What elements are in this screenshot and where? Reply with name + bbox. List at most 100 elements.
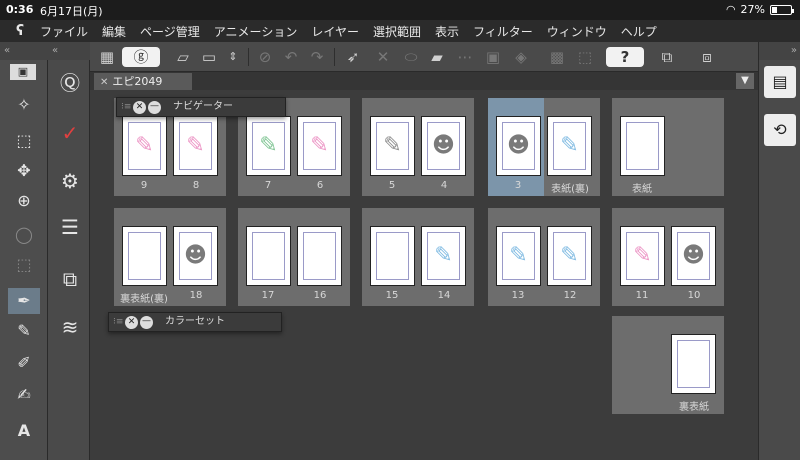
page-thumb-7[interactable]: ✎ — [246, 116, 291, 176]
toolbar-separator — [248, 48, 249, 66]
page-thumb-16[interactable] — [297, 226, 342, 286]
zoom-icon[interactable]: ⊕ — [8, 188, 40, 214]
tab-close-icon[interactable]: ✕ — [100, 77, 108, 88]
panel-close-icon[interactable]: ✕ — [125, 316, 138, 329]
tool-settings-icon[interactable]: ⚙ — [55, 166, 85, 196]
move-icon[interactable]: ⬚ — [8, 128, 40, 154]
spread-backcover-back-18[interactable]: ☻ 裏表紙(裏) 18 — [114, 208, 226, 306]
text-icon[interactable]: A — [8, 418, 40, 444]
airbrush-icon[interactable]: ✍ — [8, 382, 40, 408]
eraser-icon[interactable]: ▰ — [426, 47, 448, 67]
page-thumb-11[interactable]: ✎ — [620, 226, 665, 286]
spread-3-cover-back[interactable]: ☻ ✎ 3 表紙(裏) — [488, 98, 600, 196]
navigator-panel[interactable]: ⁝≡ ✕ — ナビゲーター — [116, 97, 286, 117]
up-down-icon[interactable]: ⇕ — [222, 47, 244, 67]
color-set-panel[interactable]: ⁝≡ ✕ — カラーセット — [108, 312, 282, 332]
cloud-service-icon[interactable]: ⓖ — [122, 47, 160, 67]
left-dock-header[interactable]: « — [0, 42, 48, 60]
panel-grip-icon[interactable]: ⁝≡ — [113, 313, 123, 331]
page-thumb-6[interactable]: ✎ — [297, 116, 342, 176]
menu-page-management[interactable]: ページ管理 — [140, 23, 200, 40]
collapse-left-icon[interactable]: « — [0, 45, 10, 56]
material-icon[interactable]: ⧉ — [55, 264, 85, 294]
tool-palette-tab-icon[interactable]: ▣ — [10, 64, 36, 80]
select-arrow-icon[interactable]: ➶ — [342, 47, 364, 67]
menu-file[interactable]: ファイル — [40, 23, 88, 40]
menu-layer[interactable]: レイヤー — [311, 23, 359, 40]
left-dock-header-2[interactable]: « — [48, 42, 90, 60]
undo-icon[interactable]: ↶ — [280, 47, 302, 67]
page-thumb-9[interactable]: ✎ — [122, 116, 167, 176]
navigator-icon[interactable]: Ⓠ — [55, 68, 85, 98]
lasso-icon[interactable]: ◯ — [8, 222, 40, 248]
tab-document[interactable]: ✕ エピ2049 — [94, 73, 192, 90]
transform-icon[interactable]: ✕ — [372, 47, 394, 67]
bucket-icon[interactable]: ◈ — [510, 47, 532, 67]
app-logo-icon[interactable]: ʕ — [0, 23, 40, 39]
clear-icon[interactable]: ⊘ — [254, 47, 276, 67]
menu-help[interactable]: ヘルプ — [621, 23, 657, 40]
pen-pressure-icon[interactable]: ✓ — [55, 118, 85, 148]
pages-icon[interactable]: ⧉ — [656, 47, 678, 67]
fill-icon[interactable]: ▣ — [482, 47, 504, 67]
save-icon[interactable]: ▭ — [198, 47, 220, 67]
tab-dropdown-icon[interactable]: ▼ — [736, 73, 754, 89]
page-thumb-18[interactable]: ☻ — [173, 226, 218, 286]
page-label: 4 — [440, 180, 448, 191]
panel-minimize-icon[interactable]: — — [140, 316, 153, 329]
page-thumb-12[interactable]: ✎ — [547, 226, 592, 286]
open-folder-icon[interactable]: ▱ — [172, 47, 194, 67]
menu-view[interactable]: 表示 — [435, 23, 459, 40]
page-thumb-14[interactable]: ✎ — [421, 226, 466, 286]
page-thumb-15[interactable] — [370, 226, 415, 286]
page-thumb-3[interactable]: ☻ — [496, 116, 541, 176]
rect-select-icon[interactable]: ⬚ — [8, 252, 40, 278]
page-thumb-8[interactable]: ✎ — [173, 116, 218, 176]
help-icon[interactable]: ? — [606, 47, 644, 67]
pencil-icon[interactable]: ✐ — [8, 350, 40, 376]
animation-icon[interactable]: ▤ — [764, 66, 796, 98]
spread-11-10[interactable]: ✎ ☻ 11 10 — [612, 208, 724, 306]
menu-filter[interactable]: フィルター — [473, 23, 533, 40]
ellipse-icon[interactable]: ⬭ — [400, 47, 422, 67]
panel-grip-icon[interactable]: ⁝≡ — [121, 98, 131, 116]
panel-minimize-icon[interactable]: — — [148, 101, 161, 114]
spread-13-12[interactable]: ✎ ✎ 13 12 — [488, 208, 600, 306]
status-right: ◠ 27% — [726, 3, 794, 16]
spread-15-14[interactable]: ✎ 15 14 — [362, 208, 474, 306]
collapse-right-icon[interactable]: » — [759, 42, 800, 60]
menu-edit[interactable]: 編集 — [102, 23, 126, 40]
page-thumb-5[interactable]: ✎ — [370, 116, 415, 176]
page-thumb-backcover[interactable] — [671, 334, 716, 394]
panel-close-icon[interactable]: ✕ — [133, 101, 146, 114]
select-all-icon[interactable]: ⬚ — [574, 47, 596, 67]
spread-cover[interactable]: 表紙 — [612, 98, 724, 196]
sub-tool-icon[interactable]: ☰ — [55, 212, 85, 242]
hand-icon[interactable]: ✥ — [8, 158, 40, 184]
spread-5-4[interactable]: ✎ ☻ 5 4 — [362, 98, 474, 196]
page-thumb-4[interactable]: ☻ — [421, 116, 466, 176]
menu-window[interactable]: ウィンドウ — [547, 23, 607, 40]
wand-icon[interactable]: ✧ — [8, 92, 40, 118]
page-thumb-backcover-back[interactable] — [122, 226, 167, 286]
pen-icon[interactable]: ✒ — [8, 288, 40, 314]
grid-icon[interactable]: ▦ — [96, 47, 118, 67]
page-thumb-cover[interactable] — [620, 116, 665, 176]
tone-icon[interactable]: ▩ — [546, 47, 568, 67]
page-thumb-cover-back[interactable]: ✎ — [547, 116, 592, 176]
brush-icon[interactable]: ✎ — [8, 318, 40, 344]
pages-swap-icon[interactable]: ⧈ — [696, 47, 718, 67]
page-thumb-13[interactable]: ✎ — [496, 226, 541, 286]
redo-icon[interactable]: ↷ — [306, 47, 328, 67]
layers-icon[interactable]: ≋ — [55, 312, 85, 342]
page-thumb-17[interactable] — [246, 226, 291, 286]
page-thumb-10[interactable]: ☻ — [671, 226, 716, 286]
collapse-left-icon-2[interactable]: « — [48, 45, 58, 56]
spread-backcover[interactable]: 裏表紙 — [612, 316, 724, 414]
battery-level — [772, 6, 777, 13]
spread-17-16[interactable]: 17 16 — [238, 208, 350, 306]
menu-animation[interactable]: アニメーション — [214, 23, 298, 40]
dots-icon[interactable]: ⋯ — [454, 47, 476, 67]
menu-selection[interactable]: 選択範囲 — [373, 23, 421, 40]
sync-icon[interactable]: ⟲ — [764, 114, 796, 146]
